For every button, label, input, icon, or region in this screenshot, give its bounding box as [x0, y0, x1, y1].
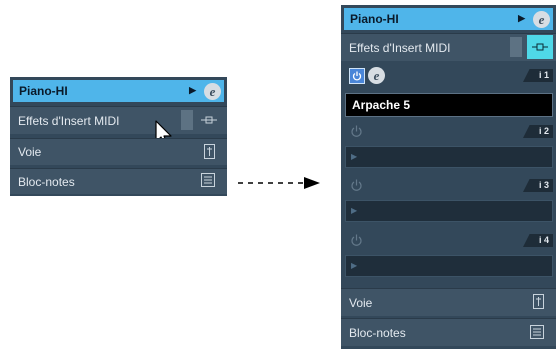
left-inspector-panel: Piano-HI ▶ e Effets d'Insert MIDI Voie B… [10, 77, 227, 196]
track-name: Piano-HI [19, 84, 68, 98]
insert-plug-icon[interactable] [201, 114, 217, 126]
insert-slot-field[interactable]: ▶ [345, 200, 553, 222]
slot-number: i 4 [523, 234, 553, 247]
right-inspector-panel: Piano-HI ▶ e Effets d'Insert MIDI e i 1 … [341, 5, 556, 349]
insert-effect-name: Arpache 5 [352, 98, 411, 112]
insert-slot-field[interactable]: Arpache 5 [345, 93, 553, 117]
channel-icon[interactable] [203, 144, 215, 159]
notepad-label: Bloc-notes [349, 325, 406, 340]
e-icon[interactable]: e [368, 67, 385, 84]
channel-icon[interactable] [532, 294, 544, 309]
arrow-icon [238, 176, 322, 195]
insert-effects-row[interactable]: Effets d'Insert MIDI [341, 33, 556, 61]
insert-slot-field[interactable]: ▶ [345, 255, 553, 277]
channel-label: Voie [349, 295, 373, 310]
insert-slot-header: e i 1 [341, 67, 556, 85]
triangle-right-icon: ▶ [518, 13, 525, 23]
triangle-right-icon: ▶ [351, 261, 358, 270]
e-icon[interactable]: e [204, 83, 221, 100]
e-icon[interactable]: e [533, 11, 550, 28]
insert-slot-field[interactable]: ▶ [345, 146, 553, 168]
channel-row[interactable]: Voie [341, 288, 556, 316]
triangle-right-icon: ▶ [351, 206, 358, 215]
power-icon[interactable] [350, 179, 363, 197]
channel-row[interactable]: Voie [10, 138, 227, 165]
insert-slot-header: i 4 [341, 232, 556, 250]
power-icon[interactable] [349, 68, 365, 84]
insert-effects-label: Effets d'Insert MIDI [18, 113, 120, 128]
notepad-icon[interactable] [530, 325, 544, 339]
notepad-label: Bloc-notes [18, 174, 75, 189]
track-title-row[interactable]: Piano-HI ▶ [344, 8, 553, 30]
notepad-row[interactable]: Bloc-notes [341, 318, 556, 346]
triangle-right-icon: ▶ [189, 85, 196, 95]
triangle-right-icon: ▶ [351, 152, 358, 161]
track-name: Piano-HI [350, 12, 399, 26]
channel-label: Voie [18, 145, 42, 159]
slot-number: i 1 [523, 69, 553, 82]
track-title-row[interactable]: Piano-HI ▶ [13, 80, 224, 102]
notepad-row[interactable]: Bloc-notes [10, 168, 227, 194]
slot-number: i 3 [523, 179, 553, 192]
insert-slot-header: i 3 [341, 177, 556, 195]
insert-slot-header: i 2 [341, 123, 556, 141]
insert-effects-label: Effets d'Insert MIDI [349, 40, 451, 55]
insert-toggle-block [181, 110, 193, 130]
slot-number: i 2 [523, 125, 553, 138]
notepad-icon[interactable] [201, 173, 215, 187]
power-icon[interactable] [350, 234, 363, 252]
insert-plug-icon[interactable] [527, 35, 553, 59]
power-icon[interactable] [350, 125, 363, 143]
insert-toggle-block [510, 37, 522, 57]
insert-effects-row[interactable]: Effets d'Insert MIDI [10, 106, 227, 134]
